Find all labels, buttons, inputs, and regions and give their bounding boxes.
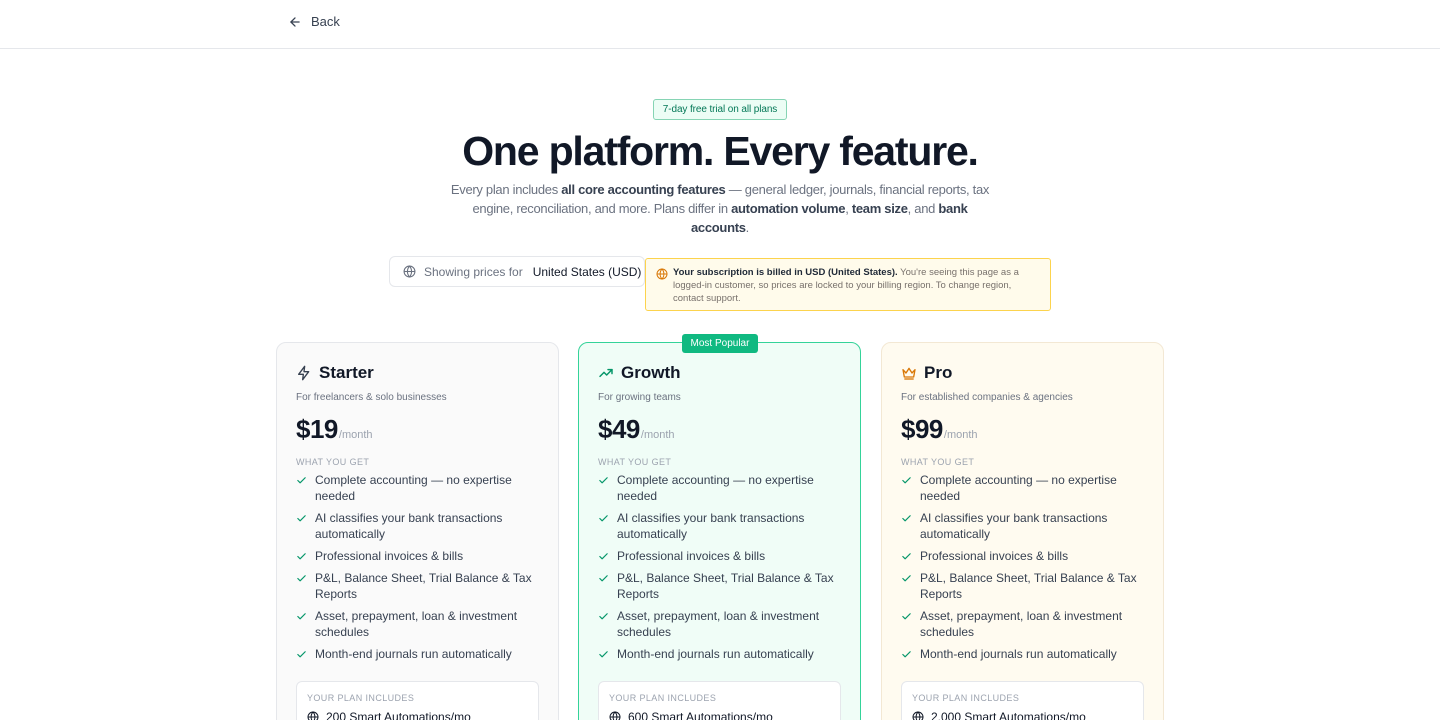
- check-icon: [599, 477, 608, 484]
- check-icon: [902, 651, 911, 658]
- page-title: One platform. Every feature.: [462, 128, 979, 174]
- check-icon: [599, 515, 608, 522]
- plan-card-starter: Starter For freelancers & solo businesse…: [276, 342, 559, 720]
- plan-price: $49: [598, 414, 640, 444]
- arrow-left-icon: [290, 16, 300, 27]
- feature-item: Asset, prepayment, loan & investment sch…: [296, 608, 539, 640]
- check-icon: [599, 613, 608, 620]
- region-label: Showing prices for: [424, 264, 523, 279]
- feature-item: Complete accounting — no expertise neede…: [296, 472, 539, 504]
- region-selector[interactable]: Showing prices for United States (USD): [389, 256, 645, 287]
- check-icon: [902, 553, 911, 560]
- feature-item: Month-end journals run automatically: [901, 646, 1144, 662]
- plan-period: /month: [338, 429, 373, 441]
- plan-card-pro: Pro For established companies & agencies…: [881, 342, 1164, 720]
- feature-list: Complete accounting — no expertise neede…: [901, 472, 1144, 662]
- check-icon: [297, 477, 306, 484]
- plan-description: For established companies & agencies: [901, 392, 1073, 403]
- check-icon: [297, 553, 306, 560]
- feature-item: P&L, Balance Sheet, Trial Balance & Tax …: [901, 570, 1144, 602]
- includes-automations: 200 Smart Automations/mo: [326, 710, 471, 720]
- includes-heading: Your plan includes: [912, 693, 1020, 703]
- back-button[interactable]: Back: [288, 14, 340, 29]
- back-label: Back: [311, 14, 340, 29]
- feature-list: Complete accounting — no expertise neede…: [296, 472, 539, 662]
- plan-price: $99: [901, 414, 943, 444]
- page-subtitle: Every plan includes all core accounting …: [450, 182, 990, 235]
- check-icon: [902, 515, 911, 522]
- trial-badge: 7-day free trial on all plans: [653, 99, 787, 120]
- globe-icon: [403, 265, 416, 278]
- check-icon: [599, 553, 608, 560]
- feature-item: AI classifies your bank transactions aut…: [296, 510, 539, 542]
- check-icon: [902, 575, 911, 582]
- check-icon: [297, 575, 306, 582]
- trending-up-icon: [599, 368, 613, 378]
- globe-icon: [307, 711, 319, 720]
- globe-warning-icon: [656, 268, 668, 280]
- check-icon: [599, 575, 608, 582]
- check-icon: [297, 613, 306, 620]
- feature-item: P&L, Balance Sheet, Trial Balance & Tax …: [598, 570, 841, 602]
- region-value: United States (USD): [532, 264, 642, 279]
- lightning-icon: [298, 365, 310, 381]
- check-icon: [902, 477, 911, 484]
- plan-includes-box: Your plan includes 2,000 Smart Automatio…: [901, 681, 1144, 720]
- feature-item: Complete accounting — no expertise neede…: [901, 472, 1144, 504]
- feature-item: Professional invoices & bills: [901, 548, 1144, 564]
- plan-card-growth: Growth For growing teams $49 /month What…: [578, 342, 861, 720]
- plan-name: Pro: [924, 363, 953, 382]
- includes-automations: 2,000 Smart Automations/mo: [931, 710, 1086, 720]
- feature-item: Professional invoices & bills: [296, 548, 539, 564]
- feature-item: AI classifies your bank transactions aut…: [901, 510, 1144, 542]
- globe-icon: [609, 711, 621, 720]
- top-bar: Back: [0, 0, 1440, 49]
- check-icon: [297, 651, 306, 658]
- plan-includes-box: Your plan includes 600 Smart Automations…: [598, 681, 841, 720]
- feature-item: Complete accounting — no expertise neede…: [598, 472, 841, 504]
- features-heading: What you get: [598, 457, 672, 467]
- notice-title: Your subscription is billed in USD (Unit…: [673, 267, 898, 278]
- includes-heading: Your plan includes: [307, 693, 415, 703]
- check-icon: [297, 515, 306, 522]
- feature-item: Professional invoices & bills: [598, 548, 841, 564]
- plan-description: For freelancers & solo businesses: [296, 392, 447, 403]
- includes-automations: 600 Smart Automations/mo: [628, 710, 773, 720]
- feature-item: AI classifies your bank transactions aut…: [598, 510, 841, 542]
- check-icon: [902, 613, 911, 620]
- plan-name: Growth: [621, 363, 681, 382]
- check-icon: [599, 651, 608, 658]
- globe-icon: [912, 711, 924, 720]
- feature-item: P&L, Balance Sheet, Trial Balance & Tax …: [296, 570, 539, 602]
- plan-period: /month: [640, 429, 675, 441]
- plan-description: For growing teams: [598, 392, 681, 403]
- features-heading: What you get: [296, 457, 370, 467]
- plan-name: Starter: [319, 363, 374, 382]
- feature-item: Asset, prepayment, loan & investment sch…: [598, 608, 841, 640]
- plan-period: /month: [943, 429, 978, 441]
- feature-list: Complete accounting — no expertise neede…: [598, 472, 841, 662]
- crown-icon: [902, 367, 916, 380]
- features-heading: What you get: [901, 457, 975, 467]
- billing-notice: Your subscription is billed in USD (Unit…: [645, 258, 1051, 311]
- includes-heading: Your plan includes: [609, 693, 717, 703]
- plan-includes-box: Your plan includes 200 Smart Automations…: [296, 681, 539, 720]
- plan-price: $19: [296, 414, 338, 444]
- most-popular-badge: Most Popular: [682, 334, 758, 353]
- feature-item: Month-end journals run automatically: [598, 646, 841, 662]
- feature-item: Asset, prepayment, loan & investment sch…: [901, 608, 1144, 640]
- feature-item: Month-end journals run automatically: [296, 646, 539, 662]
